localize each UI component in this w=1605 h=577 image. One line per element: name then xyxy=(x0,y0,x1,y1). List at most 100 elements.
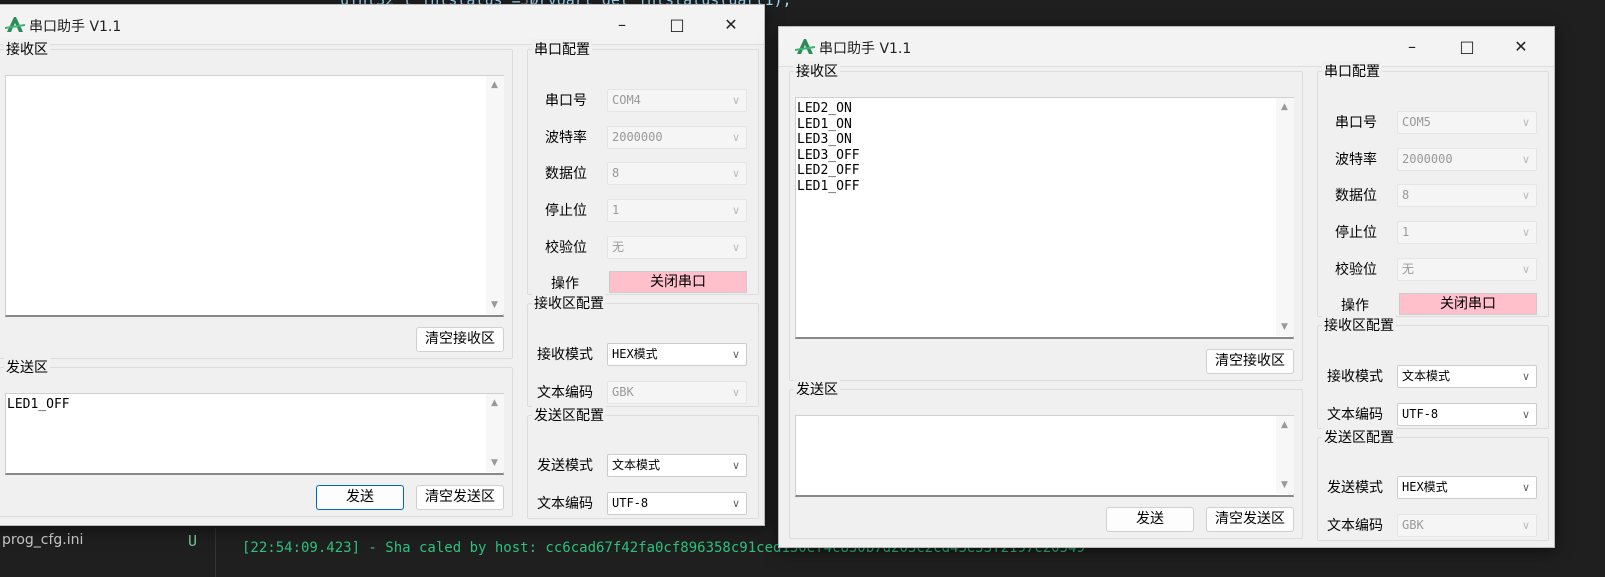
send-scrollbar[interactable]: ▲ ▼ xyxy=(1276,416,1294,494)
send-config-row-label: 发送模式 xyxy=(537,458,593,474)
receive-config-label: 接收区配置 xyxy=(1322,315,1396,335)
chevron-down-icon: ∨ xyxy=(1521,153,1530,166)
port-config-combo: 8 ∨ xyxy=(1397,184,1537,207)
combo-value: 无 xyxy=(1402,262,1415,276)
minimize-button[interactable]: – xyxy=(1392,33,1432,61)
receive-scrollbar[interactable]: ▲ ▼ xyxy=(1276,98,1294,336)
port-config-row-label: 数据位 xyxy=(545,166,587,182)
close-port-button[interactable]: 关闭串口 xyxy=(1399,293,1537,315)
send-textarea[interactable] xyxy=(795,415,1294,497)
chevron-down-icon: ∨ xyxy=(1521,226,1530,239)
port-config-combo: 1 ∨ xyxy=(1397,221,1537,244)
serial-assistant-window-2: 串口助手 V1.1 – □ ✕ 接收区 LED2_ON LED1_ON LED3… xyxy=(778,26,1555,548)
close-port-button[interactable]: 关闭串口 xyxy=(609,271,747,293)
send-button[interactable]: 发送 xyxy=(1106,507,1194,532)
serial-assistant-window-1: 串口助手 V1.1 – □ ✕ 接收区 ▲ ▼ 清空接收区 发送区 LED1_OF… xyxy=(0,4,765,526)
chevron-down-icon: ∨ xyxy=(731,94,740,107)
combo-value: 8 xyxy=(1402,188,1410,202)
receive-config-combo: GBK ∨ xyxy=(607,381,747,404)
receive-scrollbar[interactable]: ▲ ▼ xyxy=(486,76,504,314)
send-group-label: 发送区 xyxy=(794,379,840,399)
clear-receive-button[interactable]: 清空接收区 xyxy=(1206,349,1294,374)
combo-value: 2000000 xyxy=(1402,152,1453,166)
port-config-row-label: 波特率 xyxy=(1335,152,1377,168)
send-group-label: 发送区 xyxy=(4,357,50,377)
app-logo-icon xyxy=(795,39,815,54)
receive-config-combo[interactable]: HEX模式 ∨ xyxy=(607,343,747,366)
title-bar[interactable]: 串口助手 V1.1 – □ ✕ xyxy=(779,27,1554,67)
receive-config-row-label: 接收模式 xyxy=(537,347,593,363)
send-config-row-label: 发送模式 xyxy=(1327,480,1383,496)
combo-value: 1 xyxy=(1402,225,1410,239)
app-logo-icon xyxy=(5,17,25,32)
combo-value: 1 xyxy=(612,203,620,217)
chevron-down-icon: ∨ xyxy=(731,459,740,472)
file-name: prog_cfg.ini xyxy=(2,532,84,548)
receive-config-combo[interactable]: 文本模式 ∨ xyxy=(1397,365,1537,388)
send-config-combo[interactable]: HEX模式 ∨ xyxy=(1397,476,1537,499)
send-config-combo[interactable]: UTF-8 ∨ xyxy=(607,492,747,515)
combo-value: 8 xyxy=(612,166,620,180)
port-config-combo: 无 ∨ xyxy=(607,236,747,259)
port-config-combo: 无 ∨ xyxy=(1397,258,1537,281)
chevron-down-icon: ∨ xyxy=(1521,370,1530,383)
title-bar[interactable]: 串口助手 V1.1 – □ ✕ xyxy=(0,5,764,45)
chevron-down-icon: ∨ xyxy=(731,386,740,399)
receive-config-row-label: 接收模式 xyxy=(1327,369,1383,385)
receive-group-label: 接收区 xyxy=(794,61,840,81)
send-config-combo[interactable]: 文本模式 ∨ xyxy=(607,454,747,477)
combo-value: HEX模式 xyxy=(1402,480,1448,494)
operation-label: 操作 xyxy=(551,276,579,292)
send-scrollbar[interactable]: ▲ ▼ xyxy=(486,394,504,472)
port-config-row-label: 校验位 xyxy=(545,240,587,256)
combo-value: 文本模式 xyxy=(1402,369,1451,383)
receive-config-row-label: 文本编码 xyxy=(1327,407,1383,423)
receive-config-combo[interactable]: UTF-8 ∨ xyxy=(1397,403,1537,426)
maximize-button[interactable]: □ xyxy=(657,11,697,39)
clear-receive-button[interactable]: 清空接收区 xyxy=(416,327,504,352)
port-config-combo: 1 ∨ xyxy=(607,199,747,222)
chevron-down-icon: ∨ xyxy=(1521,116,1530,129)
combo-value: HEX模式 xyxy=(612,347,658,361)
port-config-label: 串口配置 xyxy=(1322,61,1382,81)
file-status: U xyxy=(188,532,198,550)
port-config-label: 串口配置 xyxy=(532,39,592,59)
combo-value: COM5 xyxy=(1402,115,1431,129)
send-config-label: 发送区配置 xyxy=(532,405,606,425)
chevron-down-icon: ∨ xyxy=(1521,408,1530,421)
combo-value: UTF-8 xyxy=(612,496,649,510)
minimize-button[interactable]: – xyxy=(602,11,642,39)
close-button[interactable]: ✕ xyxy=(711,11,751,39)
explorer-file[interactable]: prog_cfg.ini xyxy=(2,532,83,548)
operation-label: 操作 xyxy=(1341,298,1369,314)
maximize-button[interactable]: □ xyxy=(1447,33,1487,61)
combo-value: GBK xyxy=(612,385,634,399)
receive-textarea[interactable]: LED2_ON LED1_ON LED3_ON LED3_OFF LED2_OF… xyxy=(795,97,1294,339)
port-config-row-label: 停止位 xyxy=(545,203,587,219)
port-config-combo: COM5 ∨ xyxy=(1397,111,1537,134)
chevron-down-icon: ∨ xyxy=(1521,263,1530,276)
send-textarea[interactable]: LED1_OFF xyxy=(5,393,504,475)
port-config-combo: 2000000 ∨ xyxy=(607,126,747,149)
clear-send-button[interactable]: 清空发送区 xyxy=(1206,507,1294,532)
chevron-down-icon: ∨ xyxy=(731,204,740,217)
window-title: 串口助手 V1.1 xyxy=(29,19,122,35)
send-button[interactable]: 发送 xyxy=(316,485,404,510)
port-config-combo: 8 ∨ xyxy=(607,162,747,185)
send-config-row-label: 文本编码 xyxy=(1327,518,1383,534)
chevron-down-icon: ∨ xyxy=(1521,519,1530,532)
chevron-down-icon: ∨ xyxy=(731,167,740,180)
combo-value: COM4 xyxy=(612,93,641,107)
receive-textarea[interactable] xyxy=(5,75,504,317)
combo-value: UTF-8 xyxy=(1402,407,1439,421)
clear-send-button[interactable]: 清空发送区 xyxy=(416,485,504,510)
window-title: 串口助手 V1.1 xyxy=(819,41,912,57)
close-button[interactable]: ✕ xyxy=(1501,33,1541,61)
combo-value: GBK xyxy=(1402,518,1424,532)
combo-value: 无 xyxy=(612,240,625,254)
port-config-row-label: 停止位 xyxy=(1335,225,1377,241)
send-config-row-label: 文本编码 xyxy=(537,496,593,512)
chevron-down-icon: ∨ xyxy=(1521,189,1530,202)
send-config-combo: GBK ∨ xyxy=(1397,514,1537,537)
receive-group-label: 接收区 xyxy=(4,39,50,59)
